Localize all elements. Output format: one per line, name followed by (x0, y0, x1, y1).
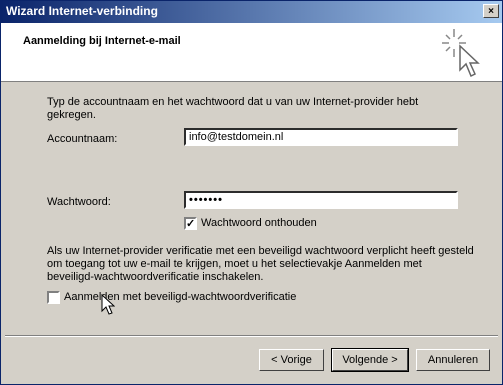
mouse-cursor-icon (101, 294, 115, 315)
spa-label[interactable]: Aanmelden met beveiligd-wachtwoordverifi… (64, 291, 296, 304)
window-title: Wizard Internet-verbinding (6, 4, 158, 18)
wizard-content: Typ de accountnaam en het wachtwoord dat… (1, 82, 502, 342)
remember-password-label[interactable]: Wachtwoord onthouden (201, 217, 317, 230)
next-button[interactable]: Volgende > (331, 348, 409, 372)
close-button[interactable]: × (483, 4, 499, 18)
wizard-header: Aanmelding bij Internet-e-mail (1, 23, 502, 82)
page-title: Aanmelding bij Internet-e-mail (23, 35, 181, 47)
footer-separator (5, 335, 498, 337)
password-label: Wachtwoord: (47, 196, 111, 208)
cancel-button[interactable]: Annuleren (416, 349, 490, 371)
account-input[interactable]: info@testdomein.nl (184, 128, 458, 146)
wizard-window: Wizard Internet-verbinding × Aanmelding … (0, 0, 503, 385)
account-label: Accountnaam: (47, 133, 118, 145)
intro-text-line2: gekregen. (47, 109, 96, 121)
spa-checkbox[interactable] (47, 291, 60, 304)
title-bar[interactable]: Wizard Internet-verbinding × (1, 1, 502, 23)
spa-info-line1: Als uw Internet-provider verificatie met… (47, 245, 474, 257)
password-input[interactable]: ••••••• (184, 191, 458, 209)
spa-info-line3: beveiligd-wachtwoordverificatie inschake… (47, 271, 264, 283)
remember-password-checkbox[interactable]: ✓ (184, 217, 197, 230)
intro-text-line1: Typ de accountnaam en het wachtwoord dat… (47, 96, 419, 108)
back-button[interactable]: < Vorige (259, 349, 324, 371)
wizard-sparkle-cursor-icon (442, 29, 480, 78)
spa-info-line2: om toegang tot uw e-mail te krijgen, moe… (47, 258, 422, 270)
